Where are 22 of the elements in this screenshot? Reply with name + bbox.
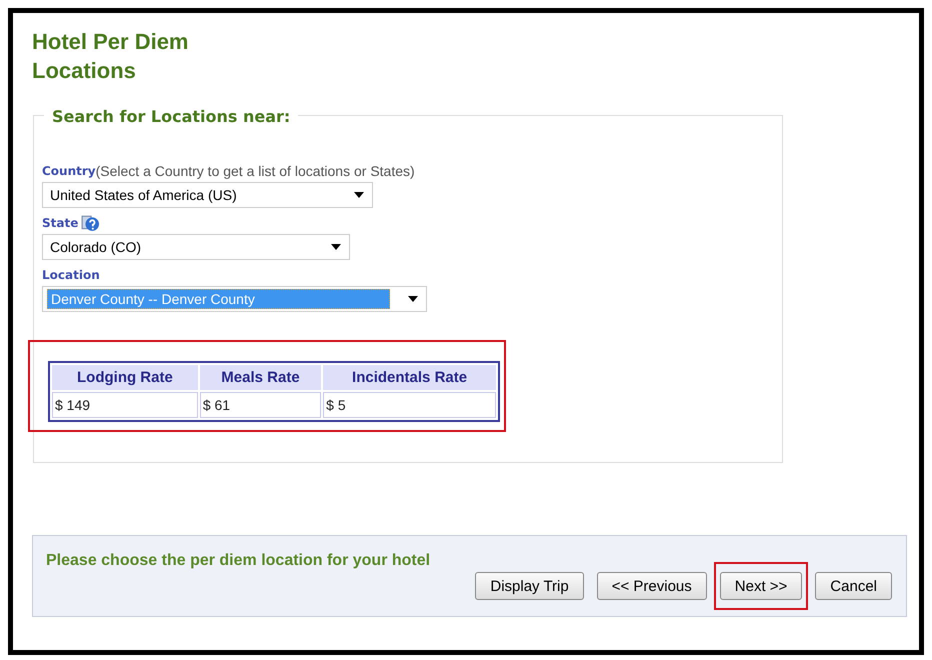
field-label: Country — [42, 164, 96, 178]
nav-button[interactable]: Display Trip — [475, 572, 584, 600]
table-cell: $ 5 — [323, 392, 496, 418]
nav-button[interactable]: Next >> — [720, 572, 802, 600]
column-header: Lodging Rate — [52, 365, 198, 390]
nav-button[interactable]: << Previous — [596, 572, 707, 600]
nav-button[interactable]: Cancel — [815, 572, 892, 600]
table-cell: $ 61 — [200, 392, 322, 418]
column-header: Incidentals Rate — [323, 365, 496, 390]
field-label: State — [42, 216, 78, 230]
footer-message: Please choose the per diem location for your hotel — [46, 552, 432, 570]
help-icon[interactable] — [81, 214, 100, 232]
dropdown[interactable]: Colorado (CO) — [42, 234, 350, 260]
caret-icon — [331, 244, 341, 250]
field-label: Location — [42, 268, 100, 282]
column-header: Meals Rate — [200, 365, 322, 390]
caret-icon — [408, 296, 418, 302]
page-title: Hotel Per Diem Locations — [32, 28, 190, 85]
caret-icon — [354, 192, 364, 198]
field-hint: (Select a Country to get a list of locations or States) — [96, 163, 415, 179]
dropdown[interactable]: United States of America (US) — [42, 182, 373, 208]
table-cell: $ 149 — [52, 392, 198, 418]
